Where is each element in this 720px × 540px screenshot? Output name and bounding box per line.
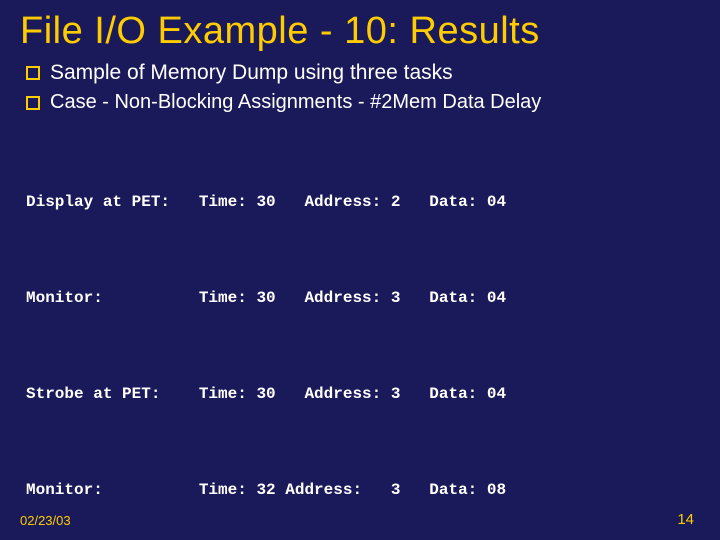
- footer-page-number: 14: [677, 511, 694, 528]
- bullet-main-line: Sample of Memory Dump using three tasks: [26, 61, 700, 85]
- footer-date: 02/23/03: [20, 513, 71, 528]
- case1-text: Case - Non-Blocking Assignments - #2Mem …: [50, 91, 541, 114]
- data-row: Strobe at PET: Time: 30 Address: 3 Data:…: [26, 378, 700, 410]
- case1-line: Case - Non-Blocking Assignments - #2Mem …: [26, 91, 700, 114]
- bullet-square-icon: [26, 96, 40, 110]
- data-row: Monitor: Time: 32 Address: 3 Data: 08: [26, 474, 700, 506]
- page-title: File I/O Example - 10: Results: [20, 10, 700, 53]
- bullet-main-text: Sample of Memory Dump using three tasks: [50, 61, 453, 85]
- case1-data-block: Display at PET: Time: 30 Address: 2 Data…: [26, 122, 700, 540]
- data-row: Display at PET: Time: 30 Address: 2 Data…: [26, 186, 700, 218]
- slide: File I/O Example - 10: Results Sample of…: [0, 0, 720, 540]
- data-row: Monitor: Time: 30 Address: 3 Data: 04: [26, 282, 700, 314]
- bullet-square-icon: [26, 66, 40, 80]
